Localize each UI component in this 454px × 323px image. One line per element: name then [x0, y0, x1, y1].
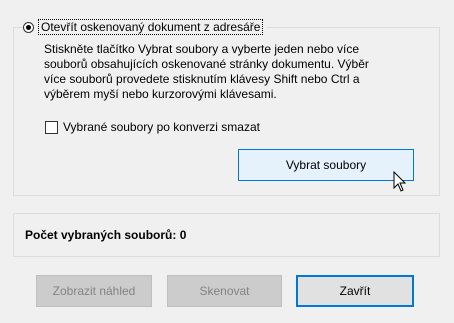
open-from-folder-radio[interactable]: Otevřít oskenovaný dokument z adresáře — [23, 18, 268, 36]
description-line: souborů obsahujících oskenované stránky … — [44, 57, 369, 71]
radio-selected-icon[interactable] — [23, 21, 34, 33]
select-files-button[interactable]: Vybrat soubory — [238, 149, 414, 181]
description-line: výběrem myší nebo kurzorovými klávesami. — [44, 87, 277, 101]
delete-after-conversion-checkbox[interactable]: Vybrané soubory po konverzi smazat — [45, 120, 260, 134]
option-description: Stiskněte tlačítko Vybrat soubory a vybe… — [44, 42, 416, 102]
close-button[interactable]: Zavřít — [296, 275, 414, 307]
scan-button[interactable]: Skenovat — [167, 275, 282, 307]
description-line: více souborů provedete stisknutím kláves… — [44, 72, 360, 86]
radio-label: Otevřít oskenovaný dokument z adresáře — [38, 19, 264, 35]
selected-files-count: Počet vybraných souborů: 0 — [25, 228, 187, 242]
checkbox-unchecked-icon[interactable] — [45, 120, 58, 134]
description-line: Stiskněte tlačítko Vybrat soubory a vybe… — [44, 42, 360, 56]
mouse-cursor-icon — [393, 171, 407, 192]
checkbox-label: Vybrané soubory po konverzi smazat — [63, 120, 260, 134]
preview-button[interactable]: Zobrazit náhled — [36, 275, 152, 307]
